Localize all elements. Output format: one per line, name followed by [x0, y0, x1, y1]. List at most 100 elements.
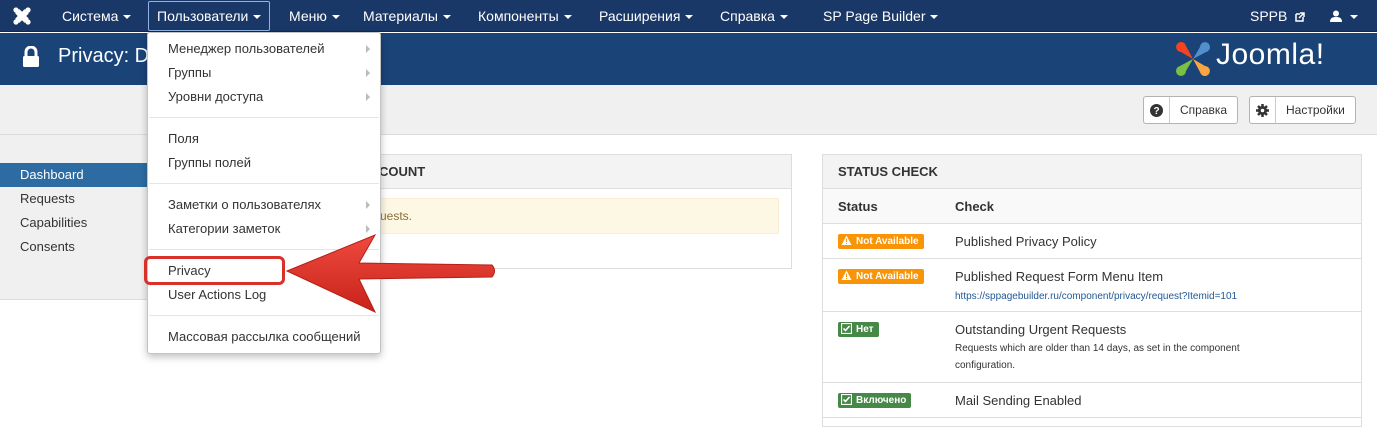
chevron-down-icon: [1350, 15, 1358, 19]
chevron-down-icon: [331, 15, 340, 19]
user-menu[interactable]: [1322, 0, 1366, 32]
options-button-label: Настройки: [1286, 103, 1345, 117]
chevron-right-icon: [366, 201, 370, 209]
check-label: Published Request Form Menu Item: [955, 269, 1164, 284]
menu-item-label: User Actions Log: [168, 287, 267, 302]
chevron-right-icon: [366, 93, 370, 101]
nav-system-label: Система: [62, 8, 119, 24]
status-badge: Нет: [838, 322, 879, 337]
col-header-status: Status: [838, 199, 878, 214]
chevron-down-icon: [563, 15, 572, 19]
nav-help-label: Справка: [720, 8, 775, 24]
red-arrow-icon: [285, 233, 495, 314]
menu-item-groups[interactable]: Группы: [148, 61, 380, 85]
nav-content[interactable]: Материалы: [355, 0, 459, 32]
status-check-panel: STATUS CHECK Status Check Not Available …: [822, 154, 1362, 427]
nav-users[interactable]: Пользователи: [148, 1, 271, 31]
sppb-link-label: SPPB: [1250, 8, 1288, 24]
menu-item-field-groups[interactable]: Группы полей: [148, 151, 380, 175]
menu-item-label: Менеджер пользователей: [168, 41, 325, 56]
nav-components-label: Компоненты: [478, 8, 559, 24]
user-icon: [1330, 10, 1342, 22]
menu-divider: [149, 183, 379, 184]
help-button[interactable]: ? Справка: [1143, 96, 1239, 124]
status-badge: Not Available: [838, 234, 924, 249]
col-header-check: Check: [955, 199, 995, 214]
checkbox-checked-icon: [841, 323, 852, 334]
table-header-row: Status Check: [823, 189, 1361, 224]
sidebar-item-capabilities[interactable]: Capabilities: [0, 211, 150, 235]
status-badge-label: Not Available: [856, 236, 919, 247]
nav-system[interactable]: Система: [54, 0, 139, 32]
menu-item-fields[interactable]: Поля: [148, 127, 380, 151]
nav-menus[interactable]: Меню: [281, 0, 348, 32]
panel-title: COUNT: [379, 164, 426, 179]
chevron-down-icon: [930, 15, 939, 19]
warning-icon: [841, 270, 852, 280]
chevron-right-icon: [366, 45, 370, 53]
nav-help[interactable]: Справка: [712, 0, 796, 32]
sppb-external-link[interactable]: SPPB: [1242, 0, 1313, 32]
nav-components[interactable]: Компоненты: [470, 0, 580, 32]
svg-text:?: ?: [1153, 106, 1159, 117]
menu-item-mass-mail[interactable]: Массовая рассылка сообщений: [148, 325, 380, 349]
nav-users-label: Пользователи: [157, 8, 249, 24]
top-navbar: Система Пользователи Меню Материалы Комп…: [0, 0, 1377, 32]
table-row: Включено Mail Sending Enabled: [823, 383, 1361, 418]
sidebar-item-dashboard[interactable]: Dashboard: [0, 163, 150, 187]
chevron-down-icon: [253, 15, 262, 19]
status-badge-label: Включено: [856, 395, 907, 406]
check-label: Mail Sending Enabled: [955, 393, 1082, 408]
lock-icon: [23, 46, 39, 67]
menu-item-label: Уровни доступа: [168, 89, 264, 104]
nav-extensions-label: Расширения: [599, 8, 681, 24]
menu-item-label: Массовая рассылка сообщений: [168, 329, 361, 344]
status-badge-label: Not Available: [856, 271, 919, 282]
status-badge: Not Available: [838, 269, 924, 284]
nav-sp-page-builder[interactable]: SP Page Builder: [815, 0, 946, 32]
check-label: Outstanding Urgent Requests: [955, 322, 1127, 337]
nav-content-label: Материалы: [363, 8, 438, 24]
status-badge-label: Нет: [856, 324, 874, 335]
sidebar: Dashboard Requests Capabilities Consents: [0, 135, 150, 300]
privacy-highlight-box: [144, 256, 285, 285]
check-description: configuration.: [955, 360, 1016, 371]
external-link-icon: [1295, 12, 1305, 22]
joomla-brand-text: Joomla!: [1216, 38, 1325, 71]
menu-item-link[interactable]: https://sppagebuilder.ru/component/priva…: [955, 288, 1335, 305]
joomla-brand-icon: [1176, 42, 1210, 76]
chevron-down-icon: [779, 15, 788, 19]
options-button[interactable]: Настройки: [1249, 96, 1356, 124]
page-title: Privacy: D: [58, 45, 150, 67]
chevron-down-icon: [123, 15, 132, 19]
menu-item-label: Категории заметок: [168, 221, 281, 236]
panel-title: STATUS CHECK: [823, 155, 1361, 189]
nav-sp-page-builder-label: SP Page Builder: [823, 8, 926, 24]
info-alert: uests.: [379, 198, 779, 234]
check-description: Requests which are older than 14 days, a…: [955, 343, 1240, 354]
menu-item-label: Группы полей: [168, 155, 251, 170]
help-button-label: Справка: [1180, 103, 1228, 117]
nav-extensions[interactable]: Расширения: [591, 0, 701, 32]
joomla-logo-icon[interactable]: [12, 6, 32, 26]
checkbox-checked-icon: [841, 394, 852, 405]
menu-item-user-manager[interactable]: Менеджер пользователей: [148, 37, 380, 61]
menu-divider: [149, 117, 379, 118]
sidebar-item-consents[interactable]: Consents: [0, 235, 150, 259]
sidebar-item-requests[interactable]: Requests: [0, 187, 150, 211]
menu-item-label: Заметки о пользователях: [168, 197, 321, 212]
table-row: Not Available Published Request Form Men…: [823, 259, 1361, 312]
menu-item-user-notes[interactable]: Заметки о пользователях: [148, 193, 380, 217]
alert-text: uests.: [380, 209, 413, 223]
question-icon: ?: [1144, 97, 1170, 123]
table-row: Нет Outstanding Urgent Requests Requests…: [823, 312, 1361, 383]
gear-icon: [1250, 97, 1276, 123]
menu-item-access-levels[interactable]: Уровни доступа: [148, 85, 380, 109]
chevron-down-icon: [442, 15, 451, 19]
nav-menus-label: Меню: [289, 8, 327, 24]
table-row: Not Available Published Privacy Policy: [823, 224, 1361, 259]
warning-icon: [841, 235, 852, 245]
chevron-down-icon: [685, 15, 694, 19]
check-label: Published Privacy Policy: [955, 234, 1097, 249]
chevron-right-icon: [366, 69, 370, 77]
